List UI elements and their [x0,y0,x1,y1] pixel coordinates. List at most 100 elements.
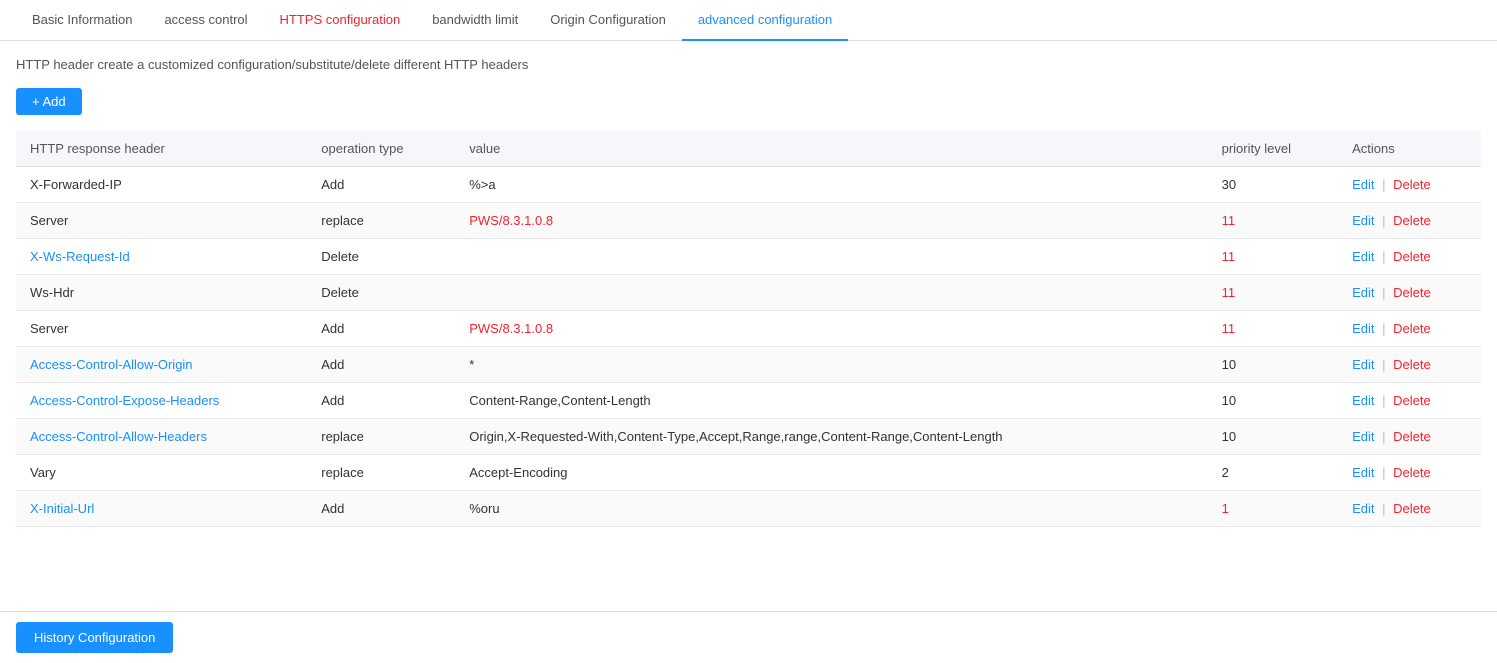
tab-basic[interactable]: Basic Information [16,0,148,41]
history-configuration-button[interactable]: History Configuration [16,622,173,653]
col-header-operation: operation type [307,131,455,167]
table-row: Access-Control-Allow-OriginAdd*10Edit | … [16,347,1481,383]
cell-operation: replace [307,455,455,491]
cell-actions: Edit | Delete [1338,275,1481,311]
cell-operation: replace [307,203,455,239]
cell-header: X-Ws-Request-Id [16,239,307,275]
cell-operation: Delete [307,275,455,311]
tabs-container: Basic Information access control HTTPS c… [0,0,1497,41]
cell-value: Accept-Encoding [455,455,1207,491]
table-row: VaryreplaceAccept-Encoding2Edit | Delete [16,455,1481,491]
cell-actions: Edit | Delete [1338,455,1481,491]
action-separator: | [1379,429,1390,444]
action-separator: | [1379,177,1390,192]
tab-advanced[interactable]: advanced configuration [682,0,848,41]
cell-actions: Edit | Delete [1338,167,1481,203]
edit-link[interactable]: Edit [1352,177,1374,192]
tab-https[interactable]: HTTPS configuration [264,0,417,41]
cell-priority: 1 [1208,491,1338,527]
action-separator: | [1379,213,1390,228]
table-row: ServerAddPWS/8.3.1.0.811Edit | Delete [16,311,1481,347]
edit-link[interactable]: Edit [1352,249,1374,264]
cell-operation: Add [307,311,455,347]
cell-actions: Edit | Delete [1338,419,1481,455]
cell-header: Access-Control-Allow-Origin [16,347,307,383]
table-row: X-Ws-Request-IdDelete11Edit | Delete [16,239,1481,275]
cell-header: Access-Control-Expose-Headers [16,383,307,419]
cell-value [455,239,1207,275]
cell-actions: Edit | Delete [1338,383,1481,419]
bottom-bar: History Configuration [0,611,1497,663]
cell-value: PWS/8.3.1.0.8 [455,311,1207,347]
action-separator: | [1379,249,1390,264]
action-separator: | [1379,357,1390,372]
cell-header: X-Initial-Url [16,491,307,527]
col-header-value: value [455,131,1207,167]
table-header-row: HTTP response header operation type valu… [16,131,1481,167]
cell-priority: 11 [1208,239,1338,275]
delete-link[interactable]: Delete [1393,321,1431,336]
cell-priority: 10 [1208,383,1338,419]
cell-header: X-Forwarded-IP [16,167,307,203]
action-separator: | [1379,501,1390,516]
cell-operation: Add [307,383,455,419]
table-row: X-Forwarded-IPAdd%>a30Edit | Delete [16,167,1481,203]
page-description: HTTP header create a customized configur… [16,57,1481,72]
cell-value: %>a [455,167,1207,203]
cell-operation: Add [307,347,455,383]
cell-header: Access-Control-Allow-Headers [16,419,307,455]
action-separator: | [1379,321,1390,336]
action-separator: | [1379,465,1390,480]
delete-link[interactable]: Delete [1393,357,1431,372]
config-table: HTTP response header operation type valu… [16,131,1481,527]
cell-value: * [455,347,1207,383]
edit-link[interactable]: Edit [1352,429,1374,444]
delete-link[interactable]: Delete [1393,213,1431,228]
cell-actions: Edit | Delete [1338,311,1481,347]
col-header-actions: Actions [1338,131,1481,167]
edit-link[interactable]: Edit [1352,285,1374,300]
delete-link[interactable]: Delete [1393,393,1431,408]
delete-link[interactable]: Delete [1393,501,1431,516]
cell-priority: 10 [1208,347,1338,383]
table-row: Access-Control-Expose-HeadersAddContent-… [16,383,1481,419]
action-separator: | [1379,393,1390,408]
action-separator: | [1379,285,1390,300]
edit-link[interactable]: Edit [1352,465,1374,480]
table-row: Ws-HdrDelete11Edit | Delete [16,275,1481,311]
tab-origin[interactable]: Origin Configuration [534,0,682,41]
cell-operation: Add [307,491,455,527]
delete-link[interactable]: Delete [1393,249,1431,264]
delete-link[interactable]: Delete [1393,177,1431,192]
delete-link[interactable]: Delete [1393,285,1431,300]
delete-link[interactable]: Delete [1393,429,1431,444]
tab-bar: Basic Information access control HTTPS c… [0,0,1497,41]
cell-value: %oru [455,491,1207,527]
cell-actions: Edit | Delete [1338,239,1481,275]
edit-link[interactable]: Edit [1352,357,1374,372]
edit-link[interactable]: Edit [1352,501,1374,516]
main-content: HTTP header create a customized configur… [0,41,1497,587]
cell-actions: Edit | Delete [1338,347,1481,383]
edit-link[interactable]: Edit [1352,213,1374,228]
edit-link[interactable]: Edit [1352,321,1374,336]
table-row: Access-Control-Allow-HeadersreplaceOrigi… [16,419,1481,455]
table-row: ServerreplacePWS/8.3.1.0.811Edit | Delet… [16,203,1481,239]
cell-actions: Edit | Delete [1338,491,1481,527]
cell-value: Content-Range,Content-Length [455,383,1207,419]
cell-actions: Edit | Delete [1338,203,1481,239]
delete-link[interactable]: Delete [1393,465,1431,480]
tab-bandwidth[interactable]: bandwidth limit [416,0,534,41]
tab-access[interactable]: access control [148,0,263,41]
add-button[interactable]: + Add [16,88,82,115]
cell-value [455,275,1207,311]
cell-operation: replace [307,419,455,455]
cell-value: Origin,X-Requested-With,Content-Type,Acc… [455,419,1207,455]
cell-header: Server [16,311,307,347]
cell-operation: Add [307,167,455,203]
cell-operation: Delete [307,239,455,275]
cell-priority: 10 [1208,419,1338,455]
edit-link[interactable]: Edit [1352,393,1374,408]
table-row: X-Initial-UrlAdd%oru1Edit | Delete [16,491,1481,527]
cell-header: Ws-Hdr [16,275,307,311]
